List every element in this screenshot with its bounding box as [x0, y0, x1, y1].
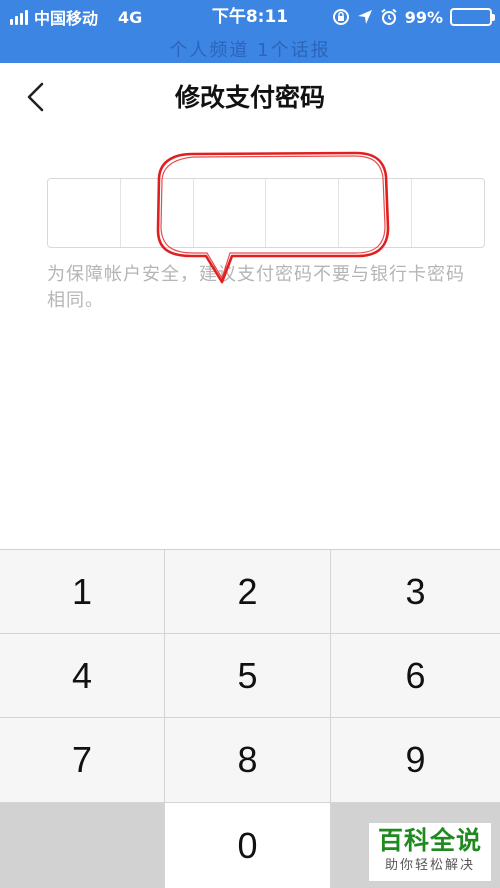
- password-digit-cell[interactable]: [412, 179, 484, 247]
- keypad-key-7[interactable]: 7: [0, 718, 165, 803]
- location-icon: [357, 10, 372, 24]
- keypad-key-0[interactable]: 0: [165, 803, 331, 888]
- watermark-main: 百科全说: [377, 826, 482, 855]
- keypad-key-8[interactable]: 8: [165, 718, 331, 803]
- battery-percent: 99%: [404, 7, 443, 27]
- alarm-icon: [381, 8, 397, 25]
- keypad-key-9[interactable]: 9: [331, 718, 500, 803]
- status-bar: 中国移动 4G 下午8:11 99% 个人频道 1个话报: [0, 0, 500, 63]
- rotation-lock-icon: [332, 9, 349, 25]
- keypad-key-5[interactable]: 5: [165, 634, 331, 718]
- header-ghost-text: 个人频道 1个话报: [169, 40, 331, 61]
- keypad-key-3[interactable]: 3: [331, 550, 500, 634]
- password-digit-cell[interactable]: [339, 179, 413, 247]
- nav-bar: 修改支付密码: [0, 63, 500, 133]
- password-digit-cell[interactable]: [194, 179, 267, 247]
- security-hint: 为保障帐户安全，建议支付密码不要与银行卡密码相同。: [47, 264, 465, 311]
- watermark: 百科全说 助你轻松解决: [369, 823, 491, 881]
- keypad-key-4[interactable]: 4: [0, 634, 165, 718]
- keypad-key-2[interactable]: 2: [165, 550, 331, 634]
- page-title: 修改支付密码: [174, 83, 325, 112]
- keypad-key-6[interactable]: 6: [331, 634, 500, 718]
- battery-icon: [450, 8, 495, 26]
- keypad-blank: [0, 803, 165, 888]
- password-input[interactable]: [47, 178, 485, 248]
- password-digit-cell[interactable]: [48, 179, 121, 247]
- status-row: 中国移动 4G 下午8:11 99%: [0, 4, 500, 30]
- status-right: 99%: [332, 4, 495, 30]
- keypad-key-1[interactable]: 1: [0, 550, 165, 634]
- watermark-sub: 助你轻松解决: [384, 858, 475, 873]
- password-digit-cell[interactable]: [266, 179, 340, 247]
- password-digit-cell[interactable]: [121, 179, 194, 247]
